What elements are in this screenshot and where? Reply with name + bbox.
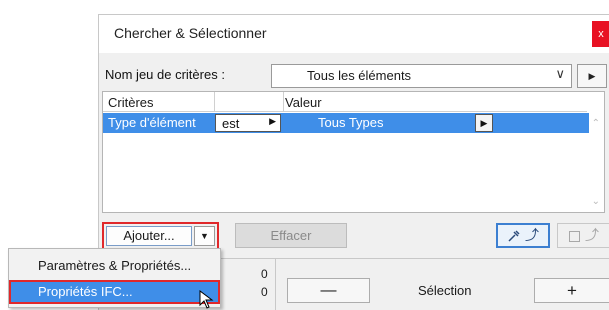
menu-item-parameters-properties[interactable]: Paramètres & Propriétés... [9, 254, 220, 278]
add-button[interactable]: Ajouter... [106, 226, 192, 246]
column-divider [214, 92, 215, 112]
operator-value: est [222, 116, 240, 131]
triangle-down-icon: ▼ [200, 231, 209, 241]
triangle-right-icon: ▶ [480, 118, 488, 128]
pick-from-model-button[interactable]: ⤴ [496, 223, 550, 248]
add-to-selection-button[interactable]: + [534, 278, 609, 303]
add-button-highlight: Ajouter... ▼ [102, 222, 219, 250]
triangle-right-icon: ▶ [588, 71, 596, 81]
criteria-row[interactable]: Type d'élément est ▶ Tous Types ▶ [103, 113, 589, 133]
select-frame-button[interactable]: ⤴ [557, 223, 609, 248]
next-criteria-set-button[interactable]: ▶ [577, 64, 607, 88]
criteria-set-select[interactable]: Tous les éléments ∨ [271, 64, 572, 88]
dialog-title: Chercher & Sélectionner [114, 25, 267, 41]
menu-item-ifc-properties[interactable]: Propriétés IFC... [9, 280, 220, 304]
arrow-up-right-icon: ⤴ [584, 227, 599, 243]
menu-item-label: Paramètres & Propriétés... [38, 258, 192, 273]
column-divider [283, 92, 284, 112]
menu-item-label: Propriétés IFC... [38, 284, 133, 299]
column-header-value[interactable]: Valeur [285, 95, 322, 110]
criteria-list[interactable]: Critères Valeur Type d'élément est ▶ Tou… [102, 91, 605, 213]
operator-select[interactable]: est ▶ [215, 114, 281, 132]
triangle-right-icon: ▶ [269, 116, 276, 126]
mouse-cursor-icon [199, 290, 214, 309]
count-bottom: 0 [261, 285, 268, 299]
criteria-row-value: Tous Types [318, 115, 384, 130]
add-dropdown-button[interactable]: ▼ [194, 226, 215, 246]
divider [275, 259, 276, 310]
close-button[interactable]: x [592, 21, 609, 47]
criteria-set-value: Tous les éléments [307, 68, 412, 83]
add-dropdown-menu: Paramètres & Propriétés... Propriétés IF… [8, 248, 221, 308]
criteria-list-header: Critères Valeur [103, 92, 587, 112]
value-picker-button[interactable]: ▶ [475, 114, 493, 132]
criteria-set-label: Nom jeu de critères : [105, 67, 225, 82]
scroll-down-icon[interactable]: ⌄ [592, 196, 600, 207]
eyedropper-icon [508, 230, 520, 242]
selection-label: Sélection [418, 283, 472, 298]
count-top: 0 [261, 267, 268, 281]
frame-icon [569, 230, 581, 242]
remove-from-selection-button[interactable]: — [287, 278, 370, 303]
chevron-down-icon: ∨ [555, 66, 565, 81]
column-header-criteria[interactable]: Critères [108, 95, 154, 110]
title-bar: Chercher & Sélectionner x [99, 15, 609, 53]
scroll-up-icon[interactable]: ⌃ [592, 118, 600, 129]
clear-button[interactable]: Effacer [235, 223, 347, 248]
criteria-row-criterion: Type d'élément [108, 115, 196, 130]
arrow-up-right-icon: ⤴ [524, 227, 539, 243]
